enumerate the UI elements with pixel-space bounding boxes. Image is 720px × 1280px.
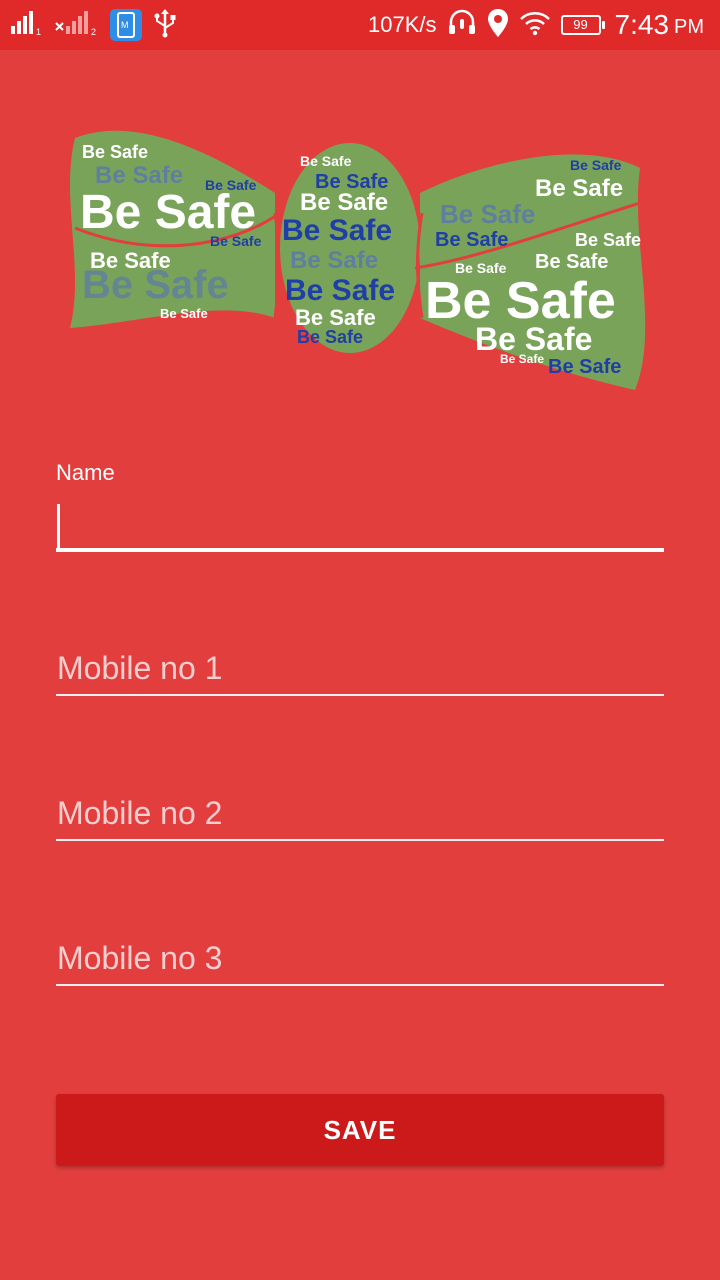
mobile3-input[interactable]: Mobile no 3 [56, 930, 664, 986]
name-field: Name [56, 460, 664, 552]
svg-text:M: M [121, 20, 129, 30]
logo-word-right-7: Be Safe [535, 251, 608, 273]
logo-word-right-5: Be Safe [435, 229, 508, 251]
mobile2-field: Mobile no 2 [56, 785, 664, 841]
usb-icon [152, 8, 178, 43]
clock-ampm: PM [674, 15, 704, 38]
headset-mic-icon [447, 9, 477, 42]
logo-word-center-4: Be Safe [282, 214, 392, 247]
logo-word-left-5: Be Safe [95, 162, 183, 189]
logo-word-center-5: Be Safe [290, 247, 378, 274]
location-icon [487, 8, 509, 43]
logo-word-right-4: Be Safe [440, 199, 535, 229]
logo-word-right-2: Be Safe [535, 175, 623, 202]
mobile3-placeholder: Mobile no 3 [57, 940, 223, 976]
logo-word-right-10: Be Safe [455, 260, 507, 276]
mobile1-placeholder: Mobile no 1 [57, 650, 223, 686]
battery-level: 99 [573, 17, 588, 32]
mobile1-input[interactable]: Mobile no 1 [56, 640, 664, 696]
signal-sim1-icon: 1 [10, 10, 44, 41]
mobile1-field: Mobile no 1 [56, 640, 664, 696]
be-safe-bow-logo-graphic: Be Safe Be Safe Be Safe Be Safe Be Safe … [70, 130, 646, 390]
mobile2-input[interactable]: Mobile no 2 [56, 785, 664, 841]
logo-word-large-left: Be Safe [80, 186, 256, 239]
logo-word-left-6: Be Safe [205, 177, 257, 193]
logo-word-right-6: Be Safe [575, 230, 641, 250]
status-bar-right: 107K/s 99 7:43 PM [368, 8, 704, 42]
message-app-notification-icon: M [110, 9, 142, 41]
status-bar-left: 1 2 M [10, 8, 188, 42]
battery-icon: 99 [560, 15, 605, 35]
logo-word-center-3: Be Safe [300, 189, 388, 216]
name-label: Name [56, 460, 115, 485]
logo-word-left-7: Be Safe [210, 233, 262, 249]
logo-word-right-9: Be Safe [570, 157, 622, 173]
logo-word-left-8: Be Safe [160, 306, 208, 321]
logo-word-center-1: Be Safe [300, 153, 352, 169]
network-speed: 107K/s [368, 12, 437, 37]
clock-time: 7:43 [614, 9, 670, 40]
be-safe-bow-logo: Be Safe Be Safe Be Safe Be Safe Be Safe … [60, 118, 660, 398]
text-cursor [57, 504, 60, 548]
signal-sim2-no-service-icon: 2 [54, 10, 100, 41]
logo-word-right-8: Be Safe [548, 356, 621, 378]
sim1-label: 1 [36, 27, 41, 36]
save-button[interactable]: SAVE [56, 1094, 664, 1166]
mobile2-placeholder: Mobile no 2 [57, 795, 223, 831]
logo-word-center-8: Be Safe [297, 327, 363, 347]
contact-form: Name Mobile no 1 Mobile no 2 Mobile no 3 [56, 460, 664, 986]
name-input[interactable] [56, 496, 664, 552]
status-bar: 1 2 M 107K/s 99 7:43 PM [0, 0, 720, 50]
sim2-label: 2 [91, 27, 96, 36]
logo-word-right-11: Be Safe [500, 352, 544, 366]
logo-word-center-6: Be Safe [285, 274, 395, 307]
logo-word-left-3: Be Safe [90, 248, 171, 273]
logo-word-left-4: Be Safe [82, 142, 148, 162]
app-screen: 1 2 M 107K/s 99 7:43 PM Be Safe Be Safe … [0, 0, 720, 1280]
wifi-icon [519, 10, 551, 41]
mobile3-field: Mobile no 3 [56, 930, 664, 986]
